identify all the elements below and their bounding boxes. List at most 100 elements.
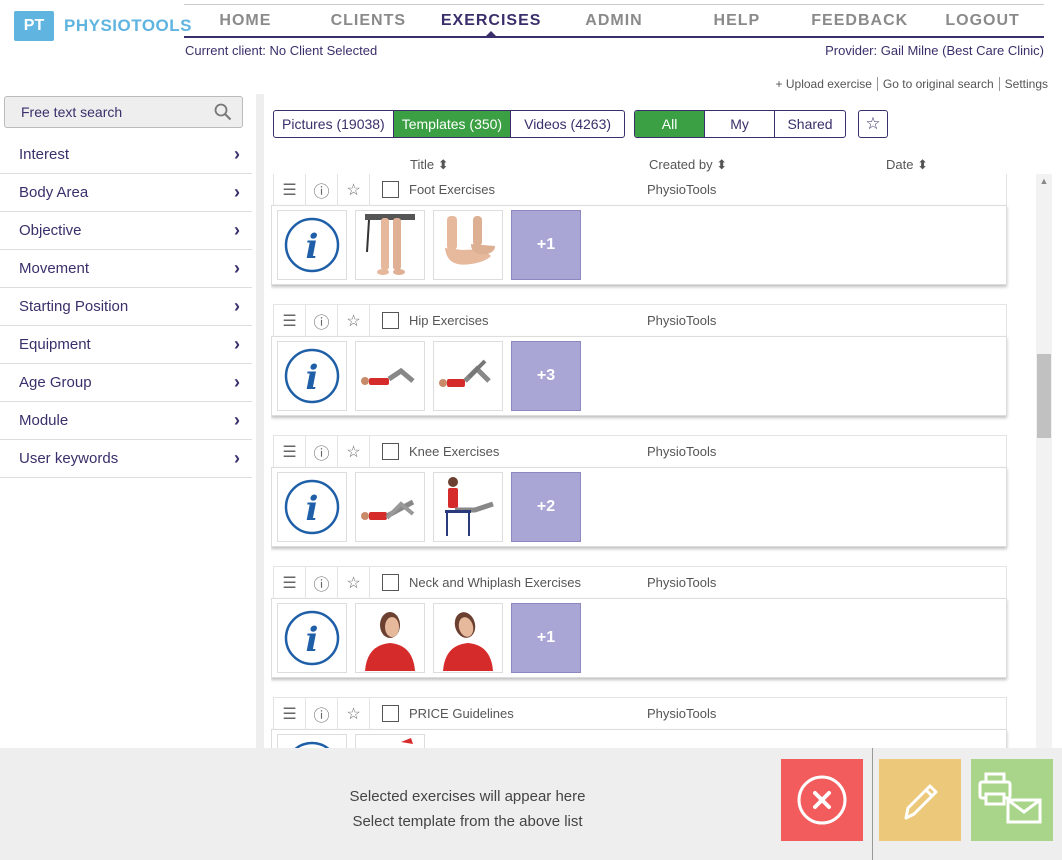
exercise-thumbnail[interactable] [433, 472, 503, 542]
more-exercises-tile[interactable]: +3 [511, 341, 581, 411]
template-title[interactable]: PRICE Guidelines [409, 706, 647, 721]
filter-label: User keywords [19, 450, 119, 467]
chevron-right-icon: › [234, 448, 240, 468]
info-icon[interactable]: ⓘ [306, 174, 338, 206]
list-scrollbar[interactable]: ▲ [1036, 174, 1052, 748]
main-nav: HOME CLIENTS EXERCISES ADMIN HELP FEEDBA… [184, 4, 1044, 38]
menu-icon[interactable]: ☰ [274, 304, 306, 337]
tab-all[interactable]: All [635, 111, 706, 137]
nav-home[interactable]: HOME [184, 5, 307, 36]
template-checkbox[interactable] [382, 705, 399, 722]
tab-videos[interactable]: Videos (4263) [511, 111, 624, 137]
star-icon[interactable]: ☆ [338, 435, 370, 468]
info-circle-icon: i [294, 741, 330, 748]
filter-body-area[interactable]: Body Area › [0, 174, 252, 212]
exercise-thumbnail[interactable] [355, 603, 425, 673]
panel-divider[interactable] [256, 94, 264, 748]
nav-feedback[interactable]: FEEDBACK [798, 5, 921, 36]
nav-logout[interactable]: LOGOUT [921, 5, 1044, 36]
chevron-right-icon: › [234, 334, 240, 354]
exercise-thumbnail[interactable] [433, 210, 503, 280]
favorites-filter-button[interactable]: ☆ [858, 110, 889, 138]
filter-interest[interactable]: Interest › [0, 136, 252, 174]
scroll-up-icon[interactable]: ▲ [1036, 174, 1052, 188]
filter-movement[interactable]: Movement › [0, 250, 252, 288]
menu-icon[interactable]: ☰ [274, 174, 306, 206]
info-thumbnail[interactable]: i [277, 341, 347, 411]
filter-equipment[interactable]: Equipment › [0, 326, 252, 364]
chevron-right-icon: › [234, 144, 240, 164]
more-exercises-tile[interactable]: +2 [511, 472, 581, 542]
nav-admin[interactable]: ADMIN [553, 5, 676, 36]
menu-icon[interactable]: ☰ [274, 566, 306, 599]
exercise-thumbnail[interactable] [433, 341, 503, 411]
tab-my[interactable]: My [705, 111, 776, 137]
filter-module[interactable]: Module › [0, 402, 252, 440]
column-created-by[interactable]: Created by ⬍ [649, 157, 727, 173]
filter-starting-position[interactable]: Starting Position › [0, 288, 252, 326]
template-thumbnails: i +1 [271, 205, 1007, 285]
info-thumbnail[interactable]: i [277, 472, 347, 542]
original-search-link[interactable]: Go to original search [878, 77, 1000, 91]
nav-clients[interactable]: CLIENTS [307, 5, 430, 36]
filter-age-group[interactable]: Age Group › [0, 364, 252, 402]
logo[interactable]: PT PHYSIOTOOLS [14, 11, 192, 41]
info-icon[interactable]: ⓘ [306, 697, 338, 730]
nav-help[interactable]: HELP [675, 5, 798, 36]
more-exercises-tile[interactable]: +1 [511, 210, 581, 280]
template-header: ☰ ⓘ ☆ Foot Exercises PhysioTools [273, 174, 1007, 206]
menu-icon[interactable]: ☰ [274, 435, 306, 468]
column-date[interactable]: Date ⬍ [886, 157, 928, 173]
column-date-label: Date [886, 157, 914, 172]
tab-shared[interactable]: Shared [775, 111, 845, 137]
chevron-right-icon: › [234, 372, 240, 392]
filter-label: Equipment [19, 336, 91, 353]
template-title[interactable]: Hip Exercises [409, 313, 647, 328]
search-icon[interactable] [214, 103, 232, 121]
template-title[interactable]: Knee Exercises [409, 444, 647, 459]
scrollbar-thumb[interactable] [1037, 354, 1051, 438]
template-checkbox[interactable] [382, 312, 399, 329]
exercise-thumbnail[interactable] [355, 734, 425, 748]
clear-selection-button[interactable] [781, 759, 863, 841]
exercise-thumbnail[interactable] [433, 603, 503, 673]
star-icon[interactable]: ☆ [338, 174, 370, 206]
view-toolbar: Pictures (19038) Templates (350) Videos … [273, 110, 889, 138]
edit-button[interactable] [879, 759, 961, 841]
info-icon[interactable]: ⓘ [306, 304, 338, 337]
exercise-thumbnail[interactable] [355, 210, 425, 280]
exercise-thumbnail[interactable] [355, 341, 425, 411]
search-input[interactable]: Free text search [4, 96, 243, 128]
filter-objective[interactable]: Objective › [0, 212, 252, 250]
print-email-button[interactable] [971, 759, 1053, 841]
template-checkbox[interactable] [382, 574, 399, 591]
filter-user-keywords[interactable]: User keywords › [0, 440, 252, 478]
template-title[interactable]: Foot Exercises [409, 182, 647, 197]
template-checkbox[interactable] [382, 181, 399, 198]
template-checkbox[interactable] [382, 443, 399, 460]
star-icon[interactable]: ☆ [338, 566, 370, 599]
more-exercises-tile[interactable]: +1 [511, 603, 581, 673]
tab-pictures[interactable]: Pictures (19038) [274, 111, 394, 137]
current-client: Current client: No Client Selected [185, 43, 378, 58]
info-thumbnail[interactable]: i [277, 210, 347, 280]
exercise-thumbnail[interactable] [355, 472, 425, 542]
info-thumbnail[interactable]: i [277, 734, 347, 748]
info-thumbnail[interactable]: i [277, 603, 347, 673]
lying-exercise-image [361, 367, 415, 385]
star-icon[interactable]: ☆ [338, 304, 370, 337]
template-title[interactable]: Neck and Whiplash Exercises [409, 575, 647, 590]
info-icon[interactable]: ⓘ [306, 435, 338, 468]
menu-icon[interactable]: ☰ [274, 697, 306, 730]
column-title[interactable]: Title ⬍ [410, 157, 449, 173]
nav-exercises[interactable]: EXERCISES [430, 5, 553, 38]
tab-templates[interactable]: Templates (350) [393, 111, 512, 137]
svg-text:i: i [306, 358, 319, 398]
upload-exercise-link[interactable]: + Upload exercise [771, 77, 878, 91]
filter-label: Objective [19, 222, 82, 239]
owner-tabs: All My Shared [634, 110, 847, 138]
settings-link[interactable]: Settings [1000, 77, 1048, 91]
star-icon[interactable]: ☆ [338, 697, 370, 730]
template-thumbnails: i +1 [271, 598, 1007, 678]
info-icon[interactable]: ⓘ [306, 566, 338, 599]
